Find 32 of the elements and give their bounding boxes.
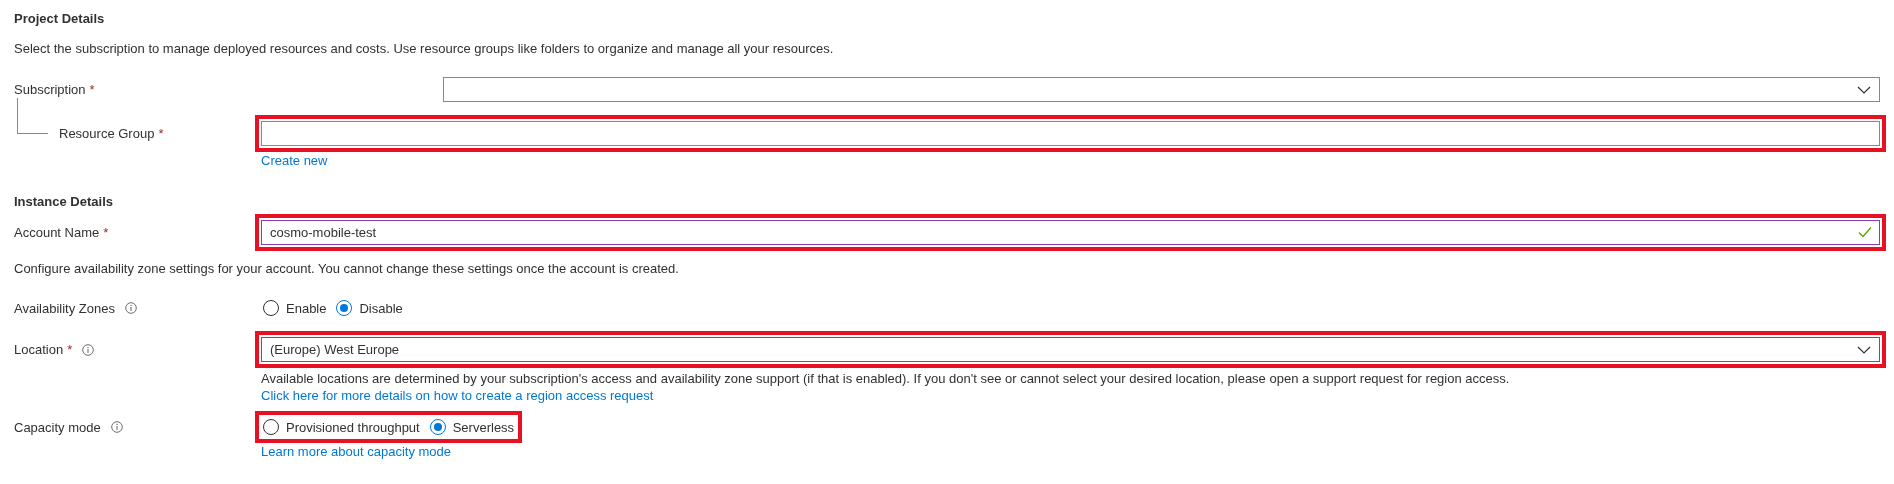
required-mark: *	[67, 342, 73, 357]
link[interactable]: Learn more about capacity mode	[261, 443, 452, 460]
link[interactable]: Create new	[261, 152, 328, 169]
field-label: Subscription	[14, 82, 86, 97]
link[interactable]: Click here for more details on how to create a region access request	[261, 387, 654, 404]
help-text: Available locations are determined by your subscription's access and availability zone support (if that is enabled). If you don't see or cannot select your desired location, please open a support request for region access.	[261, 370, 1511, 387]
field-label: Resource Group	[59, 126, 155, 141]
radio-button[interactable]: Serverless	[429, 417, 515, 437]
section-description: Configure availability zone settings for your account. You cannot change these settings once the account is created.	[14, 260, 680, 278]
dropdown[interactable]: (Europe) West Europe	[261, 337, 1880, 362]
section-heading: Instance Details	[14, 193, 114, 211]
text-field[interactable]: cosmo-mobile-test	[261, 220, 1880, 245]
tree-line	[17, 98, 48, 134]
section-heading: Project Details	[14, 10, 106, 28]
chevron-down-icon	[1857, 85, 1871, 94]
info-icon[interactable]	[124, 302, 137, 314]
radio-button[interactable]: Disable	[336, 298, 403, 318]
field-label: Account Name	[14, 225, 100, 240]
radio-button[interactable]: Provisioned throughput	[263, 417, 420, 437]
field-label: Location	[14, 342, 64, 357]
required-mark: *	[103, 225, 109, 240]
text-field[interactable]	[261, 121, 1880, 146]
field-label: Availability Zones	[14, 300, 115, 316]
chevron-down-icon	[1857, 345, 1871, 354]
section-description: Select the subscription to manage deployed resources and costs. Use resource groups like folders to organize and manage all your resources.	[14, 40, 835, 58]
field-label: Capacity mode	[14, 419, 101, 435]
info-icon[interactable]	[110, 421, 123, 433]
required-mark: *	[158, 126, 164, 141]
dropdown[interactable]	[443, 77, 1880, 102]
radio-button[interactable]: Enable	[263, 298, 327, 318]
info-icon[interactable]	[82, 343, 95, 356]
required-mark: *	[89, 82, 95, 97]
